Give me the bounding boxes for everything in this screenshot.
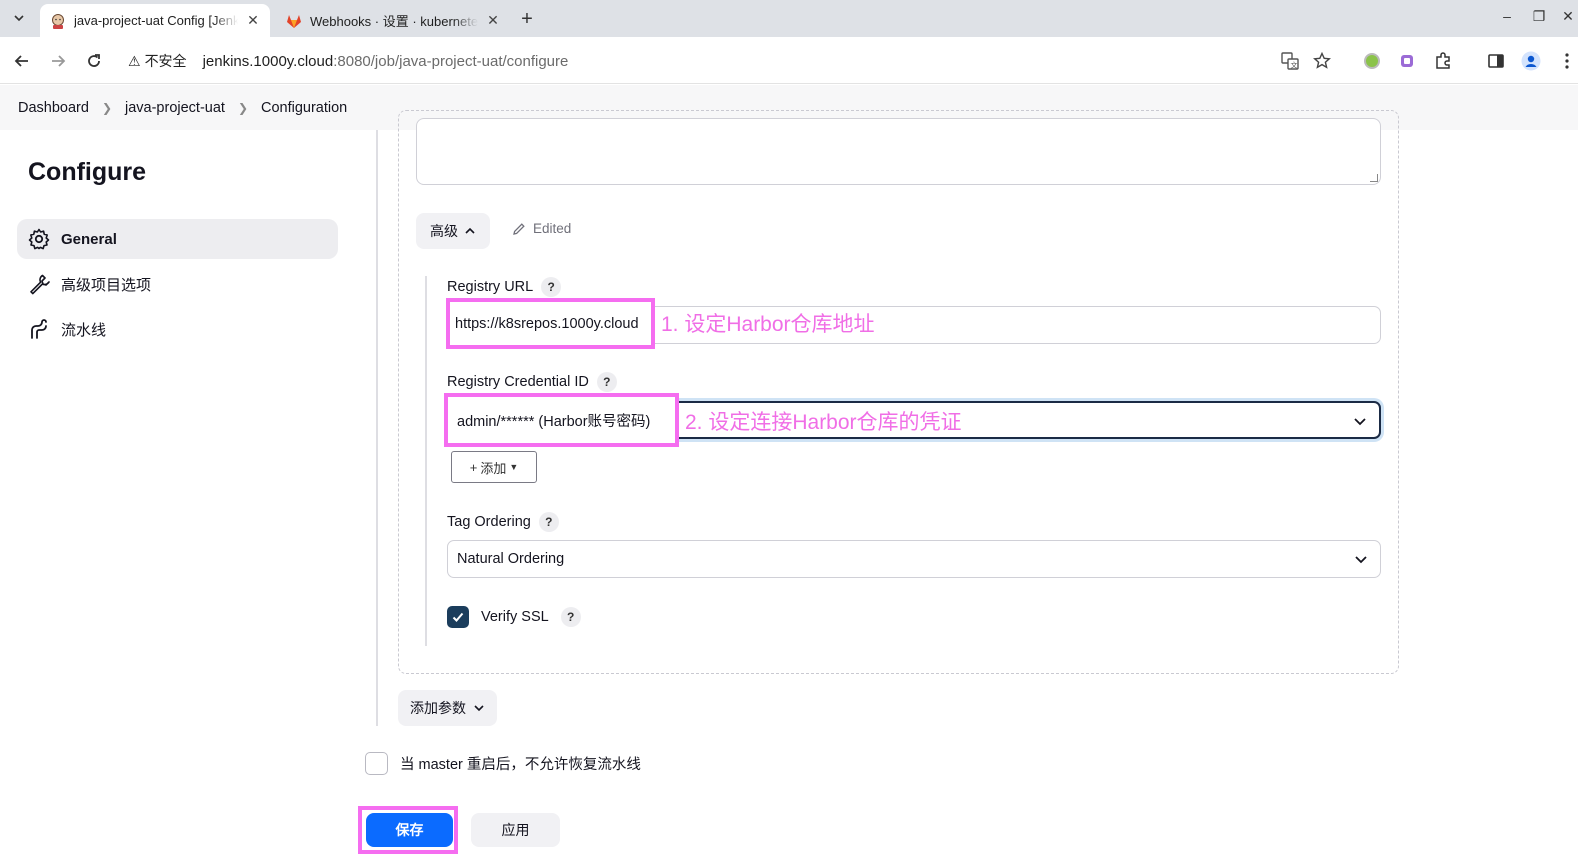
translate-icon[interactable]: 文 bbox=[1279, 50, 1301, 72]
warning-icon[interactable]: ⚠ bbox=[128, 53, 141, 70]
apply-button[interactable]: 应用 bbox=[471, 813, 560, 847]
url-host: jenkins.1000y.cloud bbox=[202, 52, 334, 70]
verify-ssl-checkbox[interactable] bbox=[447, 606, 469, 628]
browser-toolbar: ⚠ 不安全 jenkins.1000y.cloud :8080/job/java… bbox=[0, 37, 1578, 84]
restore-icon[interactable]: ❐ bbox=[1529, 8, 1549, 25]
chevron-down-icon bbox=[1351, 412, 1369, 430]
minimize-icon[interactable]: ‒ bbox=[1497, 8, 1517, 24]
registry-credential-label-text: Registry Credential ID bbox=[447, 374, 589, 390]
tag-ordering-label-text: Tag Ordering bbox=[447, 514, 531, 530]
chevron-right-icon: ❯ bbox=[101, 100, 112, 115]
edited-indicator: Edited bbox=[512, 221, 571, 236]
sidebar-item-label: 高级项目选项 bbox=[61, 276, 152, 294]
tag-ordering-value: Natural Ordering bbox=[457, 551, 565, 567]
breadcrumb-dashboard[interactable]: Dashboard bbox=[18, 100, 89, 116]
advanced-toggle-button[interactable]: 高级 bbox=[416, 213, 490, 249]
gitlab-favicon-icon bbox=[287, 14, 301, 28]
registry-url-label-text: Registry URL bbox=[447, 279, 534, 295]
sidebar-item-advanced-options[interactable]: 高级项目选项 bbox=[17, 264, 338, 304]
browser-tab-bar: java-project-uat Config [Jenkins] ✕ Webh… bbox=[0, 0, 1578, 37]
resume-option-row: 当 master 重启后，不允许恢复流水线 bbox=[365, 752, 641, 775]
pipeline-icon bbox=[27, 317, 51, 341]
address-bar[interactable]: ⚠ 不安全 jenkins.1000y.cloud :8080/job/java… bbox=[118, 44, 1348, 78]
help-icon[interactable]: ? bbox=[560, 607, 581, 627]
gear-icon bbox=[27, 227, 51, 251]
verify-ssl-label[interactable]: Verify SSL bbox=[481, 609, 549, 625]
description-textarea[interactable] bbox=[416, 118, 1381, 185]
tab-search-chevron-icon[interactable] bbox=[6, 6, 32, 30]
verify-ssl-row: Verify SSL ? bbox=[447, 606, 581, 628]
add-parameter-button[interactable]: 添加参数 bbox=[398, 690, 497, 726]
add-parameter-label: 添加参数 bbox=[410, 700, 466, 716]
side-panel-icon[interactable] bbox=[1485, 50, 1507, 72]
chevron-down-icon bbox=[1352, 550, 1370, 568]
annotation-highlight-url: https://k8srepos.1000y.cloud bbox=[446, 298, 655, 349]
help-icon[interactable]: ? bbox=[541, 277, 562, 297]
close-icon[interactable]: ✕ bbox=[244, 12, 262, 30]
resume-option-checkbox[interactable] bbox=[365, 752, 388, 775]
add-credential-label: 添加 bbox=[480, 460, 507, 476]
close-icon[interactable]: ✕ bbox=[484, 12, 502, 30]
sidebar-item-pipeline[interactable]: 流水线 bbox=[17, 309, 338, 349]
sidebar-item-general[interactable]: General bbox=[17, 219, 338, 259]
plus-icon: + bbox=[469, 459, 478, 475]
registry-url-value[interactable]: https://k8srepos.1000y.cloud bbox=[450, 302, 651, 345]
registry-credential-label: Registry Credential ID ? bbox=[447, 372, 617, 392]
tag-ordering-select[interactable]: Natural Ordering bbox=[447, 540, 1381, 578]
sidebar-item-label: General bbox=[61, 230, 117, 248]
advanced-section-divider bbox=[425, 276, 427, 646]
annotation-highlight-credential: admin/****** (Harbor账号密码) bbox=[444, 393, 679, 447]
extension-green-icon[interactable] bbox=[1361, 50, 1383, 72]
extension-purple-icon[interactable] bbox=[1396, 50, 1418, 72]
save-button[interactable]: 保存 bbox=[366, 813, 453, 847]
edited-label: Edited bbox=[533, 221, 572, 236]
url-path: :8080/job/java-project-uat/configure bbox=[333, 52, 569, 70]
annotation-step1: 1. 设定Harbor仓库地址 bbox=[661, 313, 875, 336]
new-tab-button[interactable]: + bbox=[514, 6, 540, 32]
caret-down-icon: ▼ bbox=[509, 462, 519, 472]
jenkins-favicon-icon bbox=[52, 13, 64, 29]
close-window-icon[interactable]: ✕ bbox=[1558, 8, 1578, 25]
browser-menu-icon[interactable] bbox=[1556, 50, 1578, 72]
resume-option-label[interactable]: 当 master 重启后，不允许恢复流水线 bbox=[400, 753, 641, 774]
tab-title: java-project-uat Config [Jenkins] bbox=[74, 13, 238, 28]
registry-url-label: Registry URL ? bbox=[447, 277, 562, 297]
reload-icon[interactable] bbox=[82, 49, 106, 73]
page-title: Configure bbox=[28, 158, 147, 186]
sidebar-item-label: 流水线 bbox=[61, 321, 107, 339]
repeatable-block bbox=[398, 110, 1399, 674]
chevron-right-icon: ❯ bbox=[237, 100, 248, 115]
breadcrumb-job[interactable]: java-project-uat bbox=[125, 100, 225, 116]
advanced-toggle-label: 高级 bbox=[430, 223, 458, 239]
tab-title: Webhooks · 设置 · kubernetes bbox=[310, 14, 478, 29]
profile-avatar-icon[interactable] bbox=[1520, 50, 1542, 72]
check-icon bbox=[452, 612, 464, 622]
help-icon[interactable]: ? bbox=[538, 512, 559, 532]
back-icon[interactable] bbox=[10, 49, 34, 73]
chevron-up-icon bbox=[465, 227, 475, 234]
breadcrumb-configuration[interactable]: Configuration bbox=[261, 100, 347, 116]
browser-tab-gitlab[interactable]: Webhooks · 设置 · kubernetes ✕ bbox=[276, 4, 510, 37]
svg-text:文: 文 bbox=[1291, 61, 1298, 70]
bookmark-star-icon[interactable] bbox=[1311, 50, 1333, 72]
browser-tab-jenkins[interactable]: java-project-uat Config [Jenkins] ✕ bbox=[40, 4, 270, 37]
chevron-down-icon bbox=[474, 705, 484, 712]
add-credential-button[interactable]: + 添加 ▼ bbox=[451, 451, 537, 483]
registry-credential-value[interactable]: admin/****** (Harbor账号密码) bbox=[448, 397, 675, 443]
extensions-puzzle-icon[interactable] bbox=[1432, 50, 1454, 72]
wrench-icon bbox=[27, 272, 51, 296]
tag-ordering-label: Tag Ordering ? bbox=[447, 512, 559, 532]
resize-handle-icon[interactable] bbox=[1370, 174, 1378, 182]
annotation-step2: 2. 设定连接Harbor仓库的凭证 bbox=[685, 411, 962, 434]
pencil-icon bbox=[513, 222, 525, 235]
forward-icon[interactable] bbox=[46, 49, 70, 73]
help-icon[interactable]: ? bbox=[596, 372, 617, 392]
security-label[interactable]: 不安全 bbox=[145, 51, 187, 71]
section-divider bbox=[376, 130, 378, 726]
